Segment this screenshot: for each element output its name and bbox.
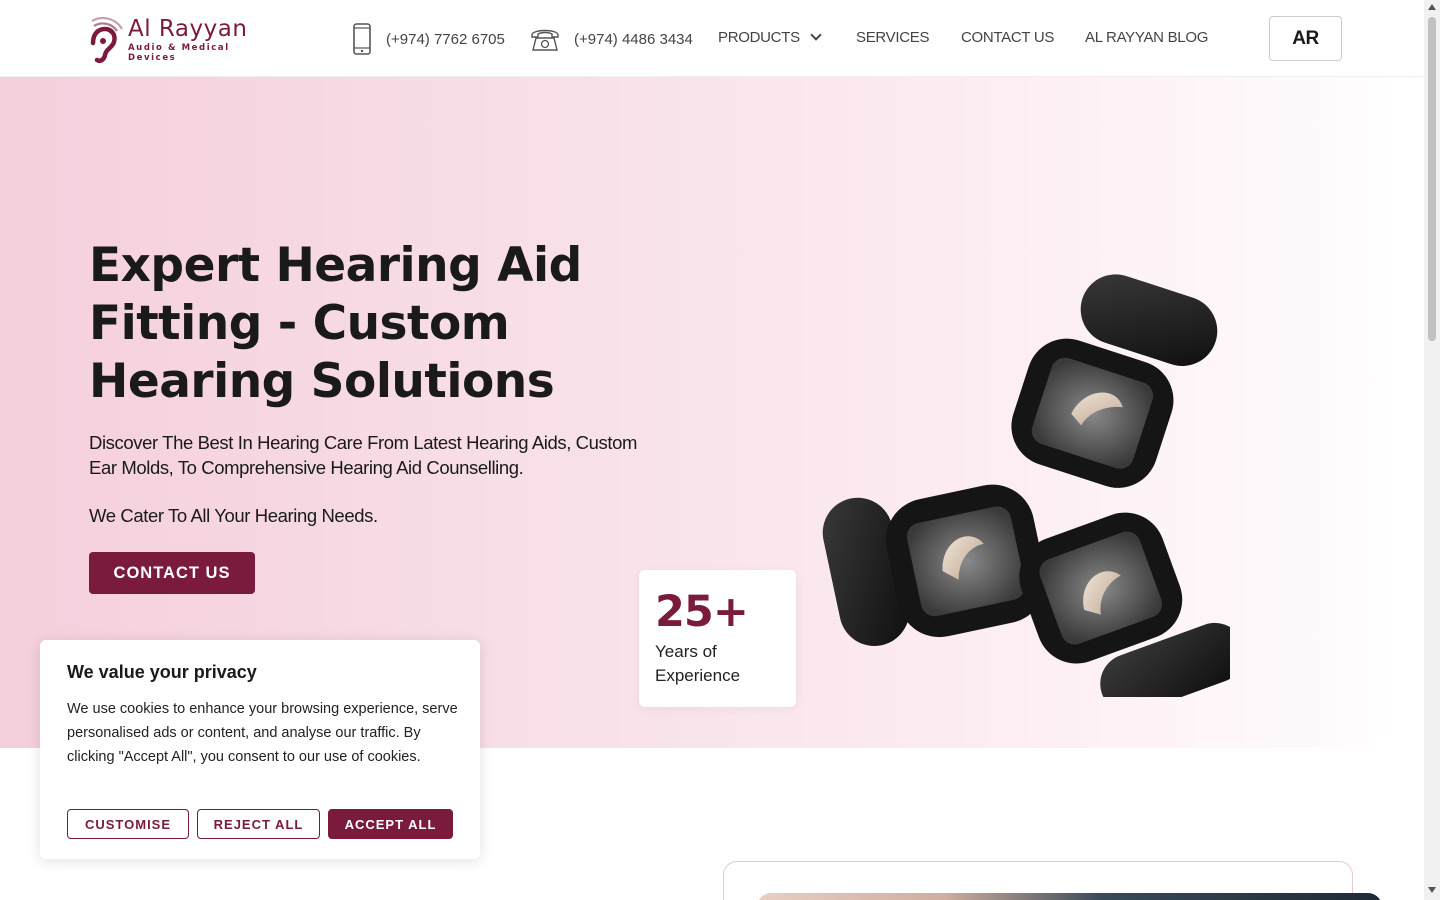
cookie-consent-banner: We value your privacy We use cookies to … — [40, 640, 480, 859]
reject-all-button[interactable]: REJECT ALL — [197, 809, 320, 839]
nav-products-label: PRODUCTS — [718, 29, 800, 46]
cookie-title: We value your privacy — [67, 662, 257, 682]
nav-services[interactable]: SERVICES — [856, 29, 929, 46]
stat-value: 25+ — [655, 587, 749, 637]
telephone-link[interactable]: (+974) 4486 3434 — [530, 22, 693, 56]
telephone-number: (+974) 4486 3434 — [574, 30, 693, 48]
mobile-phone-number: (+974) 7762 6705 — [386, 30, 505, 48]
hero-subtext: We Cater To All Your Hearing Needs. — [89, 505, 378, 526]
mobile-phone-icon — [352, 23, 372, 55]
accept-all-button[interactable]: ACCEPT ALL — [328, 809, 453, 839]
feature-image — [757, 893, 1382, 900]
chevron-down-icon — [810, 29, 822, 41]
page-scrollbar[interactable] — [1424, 0, 1440, 900]
cookie-text: We use cookies to enhance your browsing … — [67, 701, 458, 765]
scroll-up-arrow-icon[interactable] — [1428, 4, 1436, 10]
telephone-icon — [530, 26, 560, 52]
scroll-down-arrow-icon[interactable] — [1428, 887, 1436, 893]
nav-contact-us[interactable]: CONTACT US — [961, 29, 1054, 46]
nav-products[interactable]: PRODUCTS — [718, 29, 822, 46]
language-toggle-button[interactable]: AR — [1269, 16, 1342, 61]
brand-name: Al Rayyan — [128, 15, 248, 42]
hero-description: Discover The Best In Hearing Care From L… — [89, 432, 638, 478]
ear-logo-icon — [84, 13, 124, 65]
hearing-aid-cases-image — [820, 267, 1245, 714]
mobile-phone-link[interactable]: (+974) 7762 6705 — [352, 22, 505, 56]
experience-stat-card: 25+ Years of Experience — [639, 570, 796, 707]
contact-us-button[interactable]: CONTACT US — [89, 552, 255, 594]
customise-button[interactable]: CUSTOMISE — [67, 809, 189, 839]
site-header: Al Rayyan Audio & Medical Devices (+974)… — [0, 0, 1424, 77]
brand-tagline: Audio & Medical Devices — [128, 42, 230, 63]
stat-label: Years of Experience — [655, 642, 741, 685]
hero-title: Expert Hearing Aid Fitting - Custom Hear… — [89, 238, 582, 409]
brand-logo[interactable]: Al Rayyan Audio & Medical Devices — [84, 13, 259, 65]
scrollbar-thumb[interactable] — [1428, 17, 1436, 341]
nav-blog[interactable]: AL RAYYAN BLOG — [1085, 29, 1208, 46]
